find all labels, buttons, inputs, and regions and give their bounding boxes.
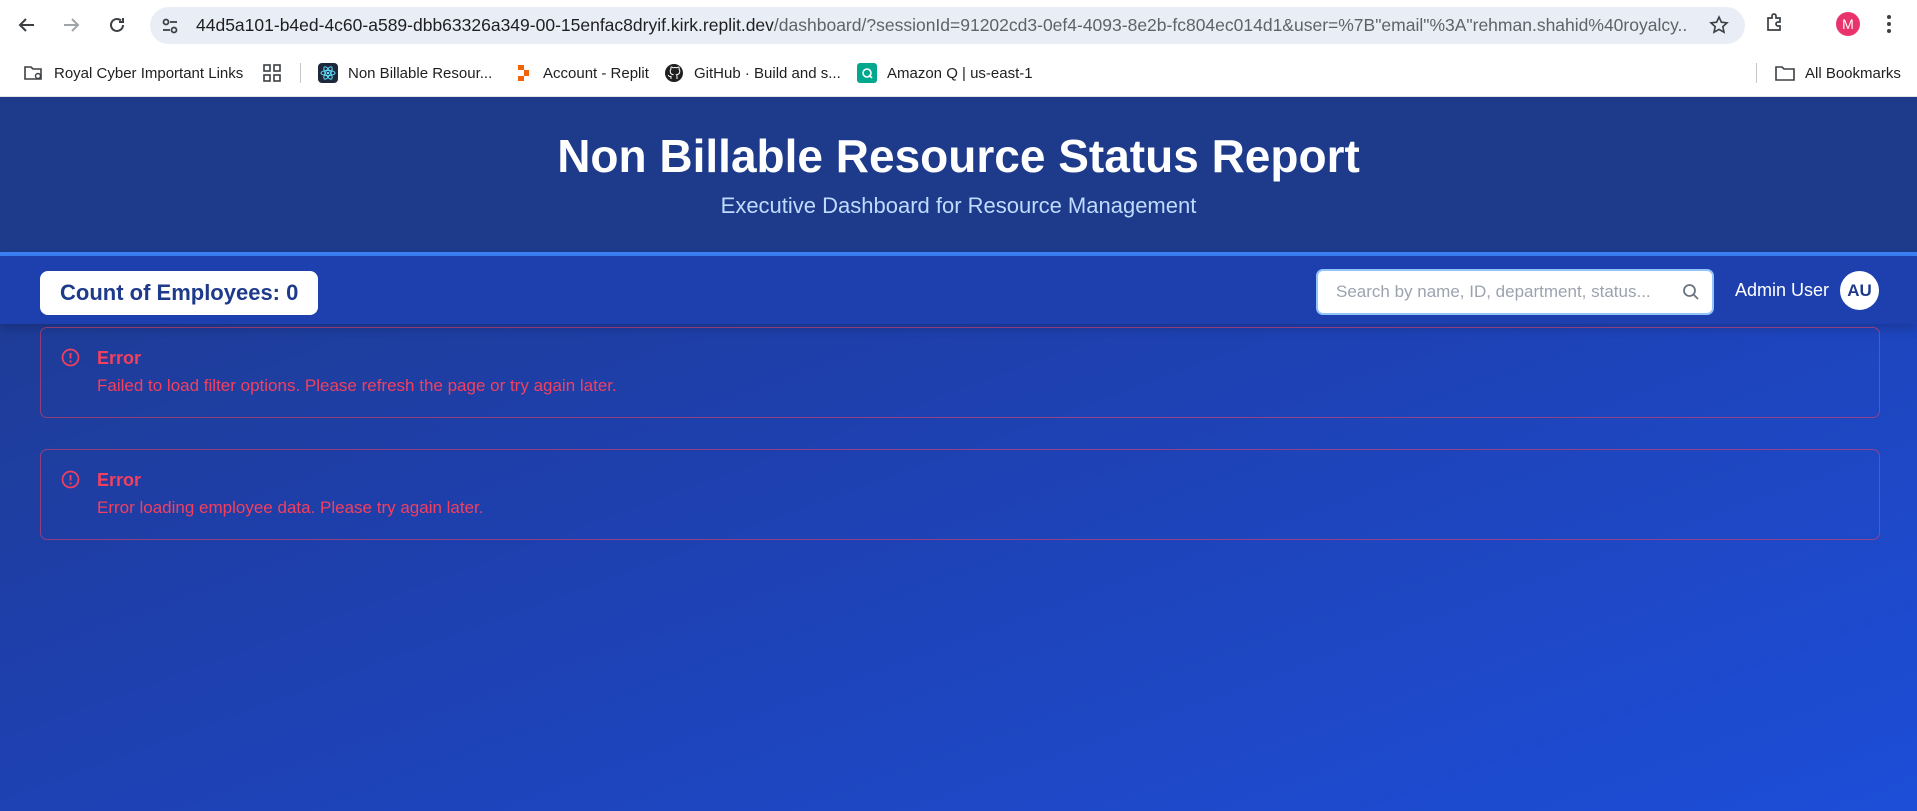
error-circle-icon: [61, 470, 80, 494]
bookmark-separator: [1756, 63, 1757, 83]
back-arrow-icon: [18, 18, 34, 32]
bookmark-label: GitHub · Build and s...: [694, 64, 841, 82]
reload-button[interactable]: [97, 5, 137, 45]
error-alert-filters: Error Failed to load filter options. Ple…: [40, 327, 1880, 418]
folder-icon: [1775, 63, 1795, 83]
apps-grid-button[interactable]: [262, 61, 292, 85]
github-icon: [664, 63, 684, 83]
employee-count-badge: Count of Employees: 0: [40, 271, 319, 315]
address-bar[interactable]: 44d5a101-b4ed-4c60-a589-dbb63326a349-00-…: [150, 7, 1745, 44]
reload-icon: [110, 17, 124, 32]
error-title: Error: [97, 348, 142, 368]
error-message: Error loading employee data. Please try …: [97, 498, 484, 517]
forward-arrow-icon: [64, 18, 80, 32]
error-alert-employees: Error Error loading employee data. Pleas…: [40, 449, 1880, 540]
search-input[interactable]: [1336, 282, 1666, 302]
folder-gear-icon: [24, 63, 44, 83]
bookmark-github[interactable]: GitHub · Build and s...: [664, 61, 841, 85]
profile-avatar[interactable]: M: [1836, 12, 1860, 36]
user-avatar[interactable]: AU: [1840, 271, 1879, 310]
bookmark-non-billable[interactable]: Non Billable Resour...: [318, 61, 492, 85]
bookmark-star-icon[interactable]: [1709, 15, 1729, 40]
bookmarks-bar: Royal Cyber Important Links Non Billable…: [0, 51, 1917, 97]
url-path: /dashboard/?sessionId=91202cd3-0ef4-4093…: [773, 15, 1686, 35]
bookmark-separator: [300, 63, 301, 83]
all-bookmarks-label: All Bookmarks: [1805, 64, 1901, 82]
bookmark-royal-cyber[interactable]: Royal Cyber Important Links: [24, 61, 243, 85]
error-message: Failed to load filter options. Please re…: [97, 376, 617, 395]
bookmark-label: Account - Replit: [543, 64, 649, 82]
error-circle-icon: [61, 348, 80, 372]
page-title: Non Billable Resource Status Report: [557, 130, 1360, 182]
page-subtitle: Executive Dashboard for Resource Managem…: [720, 193, 1197, 218]
page-header: Non Billable Resource Status Report Exec…: [0, 97, 1917, 252]
site-settings-icon[interactable]: [150, 16, 190, 36]
bookmark-label: Amazon Q | us-east-1: [887, 64, 1033, 82]
search-box: [1316, 269, 1714, 315]
error-title: Error: [97, 470, 142, 490]
replit-icon: [513, 63, 533, 83]
search-icon[interactable]: [1682, 283, 1700, 306]
menu-kebab-icon[interactable]: [1886, 13, 1892, 40]
bookmark-amazon-q[interactable]: Amazon Q | us-east-1: [857, 61, 1033, 85]
url-text: 44d5a101-b4ed-4c60-a589-dbb63326a349-00-…: [196, 15, 1686, 36]
url-host: 44d5a101-b4ed-4c60-a589-dbb63326a349-00-…: [196, 15, 774, 35]
bookmark-replit[interactable]: Account - Replit: [513, 61, 649, 85]
extensions-icon[interactable]: [1764, 11, 1786, 38]
bookmark-label: Royal Cyber Important Links: [54, 64, 244, 82]
bookmark-label: Non Billable Resour...: [348, 64, 493, 82]
dashboard-toolbar: Count of Employees: 0 Admin User AU: [0, 256, 1917, 324]
user-name: Admin User: [1735, 280, 1830, 300]
all-bookmarks[interactable]: All Bookmarks: [1775, 61, 1901, 85]
forward-button[interactable]: [51, 5, 91, 45]
dashboard-app: Non Billable Resource Status Report Exec…: [0, 97, 1917, 811]
react-icon: [318, 63, 338, 83]
back-button[interactable]: [7, 5, 47, 45]
apps-grid-icon: [262, 63, 282, 83]
amazon-q-icon: [857, 63, 877, 83]
browser-toolbar: 44d5a101-b4ed-4c60-a589-dbb63326a349-00-…: [0, 0, 1917, 51]
